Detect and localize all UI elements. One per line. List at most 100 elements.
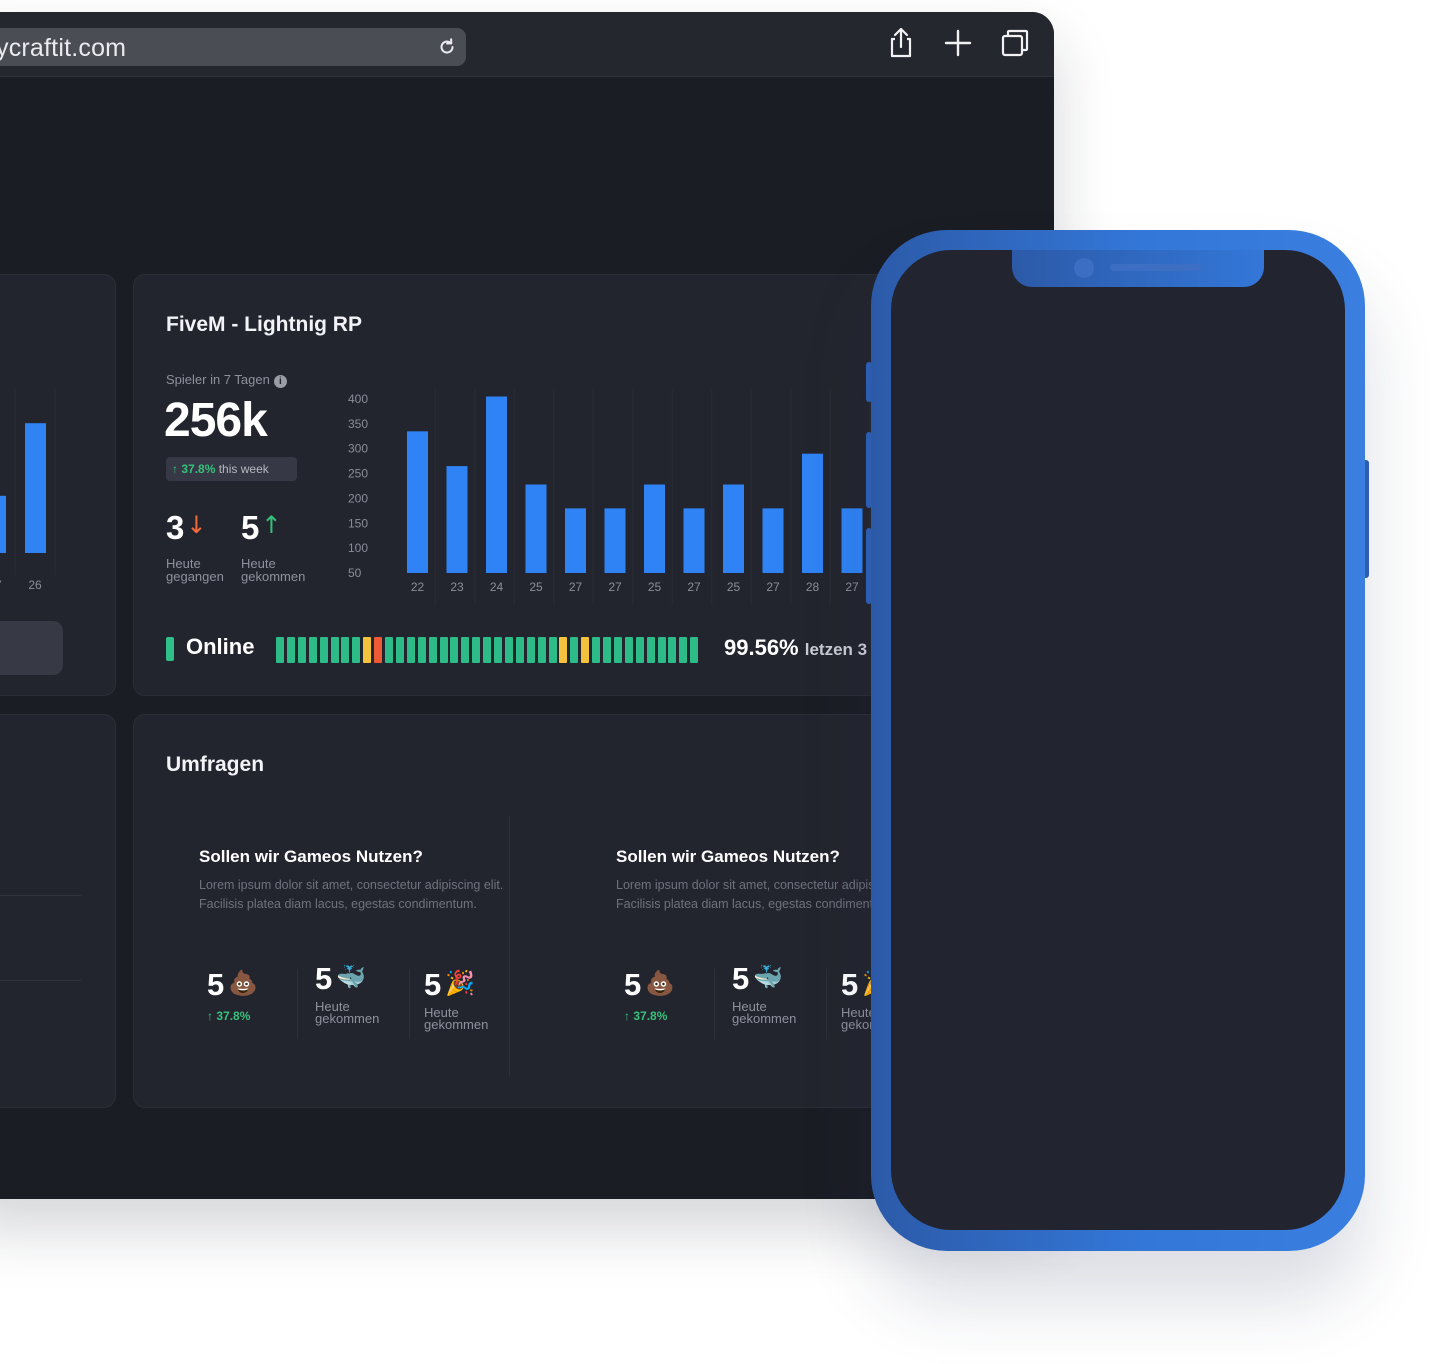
vote-label: Heutegekommen <box>732 1000 797 1026</box>
server-title: FiveM - Lightnig RP <box>166 313 362 336</box>
info-icon[interactable]: i <box>273 375 287 388</box>
uptime-segment[interactable] <box>363 637 372 663</box>
vote-separator <box>409 969 410 1039</box>
online-status-marker <box>166 637 174 661</box>
x-tick-label: 27 <box>608 580 622 594</box>
uptime-segment[interactable] <box>668 637 677 663</box>
vote-growth: ↑ 37.8% <box>207 1009 258 1023</box>
x-tick-label: 25 <box>648 580 662 594</box>
left-today-value: 3 <box>166 509 185 546</box>
chart-bar[interactable] <box>525 484 547 573</box>
uptime-segment[interactable] <box>417 637 426 663</box>
uptime-segment[interactable] <box>515 637 524 663</box>
vote-option[interactable]: 5 🐳 Heute gekommen <box>315 961 379 1025</box>
chart-bar[interactable] <box>762 508 784 573</box>
tabs-icon[interactable] <box>998 26 1032 60</box>
chart-bar[interactable] <box>802 453 823 573</box>
uptime-segment[interactable] <box>494 637 502 663</box>
chart-bar[interactable] <box>644 484 665 573</box>
chart-bar[interactable] <box>446 466 468 573</box>
y-tick-label: 400 <box>348 392 368 406</box>
uptime-segment[interactable] <box>352 637 361 663</box>
plus-icon[interactable] <box>941 26 975 60</box>
share-icon[interactable] <box>884 26 918 60</box>
partial-button[interactable] <box>0 621 63 675</box>
uptime-segment[interactable] <box>624 637 633 663</box>
uptime-segment[interactable] <box>592 637 601 663</box>
browser-toolbar: ycraftit.com <box>0 12 1054 77</box>
phone-frame <box>871 230 1365 1251</box>
uptime-value: 99.56% <box>724 635 799 660</box>
uptime-segment[interactable] <box>537 637 546 663</box>
chart-bar[interactable] <box>486 396 507 573</box>
uptime-segment[interactable] <box>308 637 317 663</box>
y-tick-label: 350 <box>348 417 368 431</box>
vote-option[interactable]: 5🎉 Heutegekommen <box>424 967 488 1031</box>
vote-option[interactable]: 5 🐳 Heute gekommen <box>732 961 796 1025</box>
uptime-segment[interactable] <box>374 637 383 663</box>
uptime-segment[interactable] <box>581 637 590 663</box>
uptime-segment[interactable] <box>395 637 404 663</box>
poop-emoji-icon: 💩 <box>228 969 259 997</box>
vote-label-2: gekommen <box>732 1011 797 1026</box>
uptime-segment[interactable] <box>679 637 688 663</box>
chart-bar[interactable] <box>0 495 6 553</box>
chart-bar[interactable] <box>683 508 705 573</box>
growth-pct: 37.8% <box>181 462 216 476</box>
uptime-segment[interactable] <box>504 637 513 663</box>
uptime-segment[interactable] <box>559 637 568 663</box>
uptime-segment[interactable] <box>548 637 557 663</box>
uptime-segment[interactable] <box>657 637 666 663</box>
uptime-segment[interactable] <box>319 637 328 663</box>
uptime-segment[interactable] <box>297 637 306 663</box>
arrow-down-icon: ↓ <box>186 511 207 539</box>
chart-bar[interactable] <box>407 431 428 573</box>
uptime-segment[interactable] <box>690 637 699 663</box>
uptime-segment[interactable] <box>526 637 535 663</box>
vote-separator <box>826 969 827 1039</box>
chart-bar[interactable] <box>841 508 863 573</box>
uptime-segment[interactable] <box>635 637 644 663</box>
poll-votes: 5💩 ↑ 37.8% 5🐳 Heutegekommen 5🎉 Heutegeko… <box>199 961 539 1057</box>
chart-bar[interactable] <box>25 423 46 553</box>
uptime-percentage: 99.56% letzen 3 <box>724 635 867 661</box>
chart-bar[interactable] <box>723 484 744 573</box>
arrow-up-icon: ↑ <box>207 1009 217 1023</box>
uptime-segment[interactable] <box>570 637 579 663</box>
x-tick-label: 27 <box>569 580 583 594</box>
uptime-segment[interactable] <box>406 637 415 663</box>
x-tick-label: 25 <box>727 580 741 594</box>
camera-icon <box>1074 258 1094 278</box>
y-tick-label: 250 <box>348 467 368 481</box>
y-tick-label: 300 <box>348 442 368 456</box>
reload-icon[interactable] <box>436 36 458 58</box>
chart-bar[interactable] <box>604 508 626 573</box>
address-bar[interactable]: ycraftit.com <box>0 28 466 66</box>
uptime-segment[interactable] <box>603 637 611 663</box>
poll-question: Sollen wir Gameos Nutzen? <box>199 847 423 866</box>
vote-option[interactable]: 5 💩 ↑ 37.8% <box>207 967 258 1023</box>
x-tick-label: 27 <box>0 578 2 592</box>
uptime-segment[interactable] <box>385 637 393 663</box>
uptime-segment[interactable] <box>330 637 339 663</box>
uptime-segment[interactable] <box>483 637 492 663</box>
y-tick-label: 150 <box>348 516 368 530</box>
uptime-segment[interactable] <box>613 637 622 663</box>
uptime-segment[interactable] <box>461 637 470 663</box>
uptime-segment[interactable] <box>450 637 459 663</box>
uptime-segment[interactable] <box>286 637 295 663</box>
uptime-segment[interactable] <box>276 637 284 663</box>
chart-bar[interactable] <box>565 508 586 573</box>
partial-list-card <box>0 714 116 1108</box>
poll-item[interactable]: Sollen wir Gameos Nutzen? Lorem ipsum do… <box>199 847 539 1039</box>
uptime-segment[interactable] <box>428 637 437 663</box>
vote-label: Heutegekommen <box>315 1000 379 1025</box>
uptime-segment[interactable] <box>439 637 448 663</box>
arrow-up-icon: ↑ <box>172 462 178 476</box>
uptime-segment[interactable] <box>472 637 481 663</box>
vote-separator <box>297 969 298 1039</box>
vote-option[interactable]: 5 💩 ↑ 37.8% <box>624 967 675 1023</box>
poll-description: Lorem ipsum dolor sit amet, consectetur … <box>199 878 504 911</box>
uptime-segment[interactable] <box>646 637 655 663</box>
uptime-segment[interactable] <box>341 637 350 663</box>
